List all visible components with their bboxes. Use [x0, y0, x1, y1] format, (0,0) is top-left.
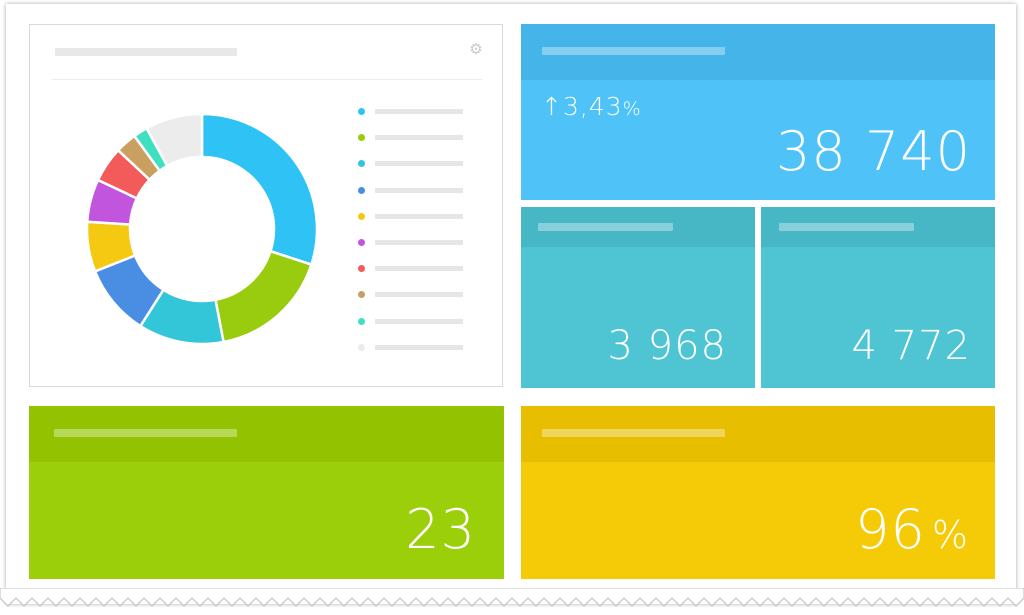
legend-dot [358, 160, 365, 168]
kpi-tile-count: 23 [29, 406, 504, 579]
donut-slice-1[interactable] [200, 112, 319, 267]
legend-item-4[interactable] [356, 180, 466, 206]
kpi-tile-count-header [29, 406, 504, 462]
kpi-percent-value: 96 [855, 498, 926, 561]
chart-card-title-placeholder [55, 48, 237, 56]
legend-dot [358, 343, 365, 351]
donut-slice-2[interactable] [214, 249, 313, 344]
legend-label-placeholder [375, 161, 463, 167]
legend-label-placeholder [375, 292, 463, 298]
legend-dot [358, 108, 365, 115]
kpi-tile-percent-title-placeholder [542, 429, 725, 437]
kpi-tile-right-title-placeholder [779, 223, 914, 231]
legend-label-placeholder [375, 213, 463, 219]
legend-item-6[interactable] [356, 232, 466, 258]
legend-dot [358, 186, 365, 194]
legend-label-placeholder [375, 344, 463, 350]
legend-dot [358, 265, 365, 273]
kpi-main-change-value: ↑3,43 [541, 92, 623, 121]
kpi-main-value: 38 740 [776, 120, 971, 183]
legend-label-placeholder [375, 187, 463, 193]
torn-edge [0, 588, 1024, 607]
legend-item-3[interactable] [356, 153, 466, 179]
legend-label-placeholder [375, 266, 463, 272]
kpi-tile-left: 3 968 [521, 207, 755, 388]
legend-dot [358, 291, 365, 299]
gear-icon[interactable]: ⚙ [468, 42, 484, 58]
chart-card-divider [52, 79, 482, 80]
kpi-tile-percent: 96% [521, 406, 995, 579]
kpi-tile-percent-header [521, 406, 995, 462]
legend-item-2[interactable] [356, 127, 466, 153]
kpi-main-change: ↑3,43% [541, 92, 642, 121]
kpi-percent-unit: % [931, 513, 969, 557]
torn-edge-shape [0, 588, 1024, 607]
kpi-left-value: 3 968 [607, 323, 727, 369]
donut-chart [85, 112, 319, 346]
kpi-tile-left-header [521, 207, 755, 247]
kpi-tile-right-header [761, 207, 995, 247]
legend-label-placeholder [375, 318, 463, 324]
legend-label-placeholder [375, 109, 463, 114]
legend-dot [358, 212, 365, 220]
donut-chart-card: ⚙ [29, 24, 503, 387]
legend-item-1[interactable] [356, 101, 466, 127]
legend-dot [358, 238, 365, 246]
chart-legend [356, 101, 466, 363]
legend-dot [358, 317, 365, 325]
kpi-tile-main-title-placeholder [542, 47, 725, 55]
legend-label-placeholder [375, 239, 463, 245]
kpi-tile-right: 4 772 [761, 207, 995, 388]
legend-item-8[interactable] [356, 284, 466, 310]
kpi-tile-left-title-placeholder [538, 223, 673, 231]
legend-item-7[interactable] [356, 258, 466, 284]
kpi-count-value: 23 [405, 498, 476, 561]
kpi-tile-main-header [521, 24, 995, 80]
legend-label-placeholder [375, 135, 463, 141]
legend-dot [358, 134, 365, 142]
kpi-main-change-unit: % [622, 98, 642, 120]
legend-item-5[interactable] [356, 206, 466, 232]
legend-item-9[interactable] [356, 311, 466, 337]
kpi-percent: 96% [855, 498, 969, 561]
kpi-tile-count-title-placeholder [54, 429, 237, 437]
kpi-tile-main: ↑3,43% 38 740 [521, 24, 995, 200]
legend-item-10[interactable] [356, 337, 466, 363]
kpi-right-value: 4 772 [851, 323, 971, 369]
